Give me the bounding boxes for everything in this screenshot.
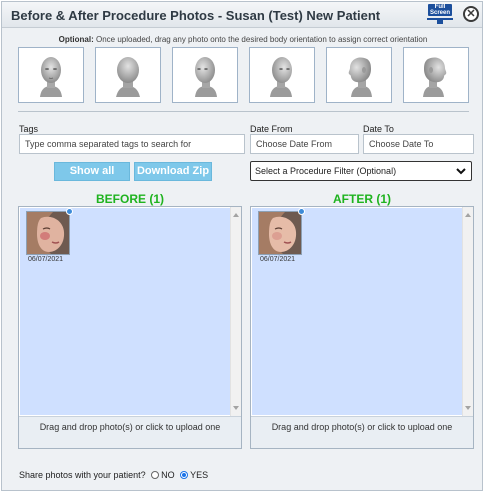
head-left-profile-icon xyxy=(348,57,372,97)
share-question: Share photos with your patient? xyxy=(19,470,146,480)
orientation-hint-bold: Optional: xyxy=(58,35,94,44)
after-pane: 06/07/2021 Drag and drop photo(s) or cli… xyxy=(250,206,474,449)
fullscreen-button[interactable]: Full Screen xyxy=(425,4,455,26)
close-icon[interactable]: ✕ xyxy=(463,6,479,22)
before-heading: BEFORE (1) xyxy=(95,192,164,206)
before-scrollbar[interactable] xyxy=(230,207,241,416)
date-from-label: Date From xyxy=(250,124,293,134)
date-to-label: Date To xyxy=(363,124,394,134)
orientation-left-profile[interactable] xyxy=(326,47,392,103)
orientation-left-three-quarter[interactable] xyxy=(172,47,238,103)
photo-info-badge[interactable] xyxy=(66,208,73,215)
orientation-back[interactable] xyxy=(95,47,161,103)
after-photo-date: 06/07/2021 xyxy=(260,256,296,263)
orientation-hint-text: Once uploaded, drag any photo onto the d… xyxy=(93,35,428,44)
face-photo xyxy=(27,212,69,254)
chevron-down-icon xyxy=(456,168,466,175)
date-from-input[interactable] xyxy=(250,134,359,154)
download-zip-button[interactable]: Download Zip xyxy=(134,162,212,181)
head-right-three-quarter-icon xyxy=(270,57,292,97)
section-divider xyxy=(18,111,469,112)
photo-info-badge[interactable] xyxy=(298,208,305,215)
before-drop-area[interactable]: 06/07/2021 xyxy=(20,208,231,415)
head-left-three-quarter-icon xyxy=(195,57,217,97)
tags-input[interactable] xyxy=(19,134,245,154)
after-drop-area[interactable]: 06/07/2021 xyxy=(252,208,463,415)
scroll-up-icon[interactable] xyxy=(233,213,239,217)
photos-dialog: Before & After Procedure Photos - Susan … xyxy=(1,1,483,491)
head-right-profile-icon xyxy=(423,57,447,97)
after-scrollbar[interactable] xyxy=(462,207,473,416)
after-upload-zone[interactable]: Drag and drop photo(s) or click to uploa… xyxy=(251,416,473,448)
procedure-filter-select[interactable]: Select a Procedure Filter (Optional) xyxy=(250,161,472,181)
monitor-icon xyxy=(427,18,453,24)
after-heading: AFTER (1) xyxy=(333,192,391,206)
procedure-filter-value: Select a Procedure Filter (Optional) xyxy=(255,166,397,176)
share-yes-label: YES xyxy=(190,470,209,480)
before-photo-thumbnail[interactable] xyxy=(26,211,70,255)
orientation-hint: Optional: Once uploaded, drag any photo … xyxy=(10,35,476,44)
date-to-input[interactable] xyxy=(363,134,474,154)
orientation-right-three-quarter[interactable] xyxy=(249,47,315,103)
show-all-button[interactable]: Show all xyxy=(54,162,130,181)
share-with-patient: Share photos with your patient? NO YES xyxy=(19,470,208,480)
scroll-up-icon[interactable] xyxy=(465,213,471,217)
dialog-title: Before & After Procedure Photos - Susan … xyxy=(11,8,381,23)
head-front-icon xyxy=(40,57,62,97)
before-pane: 06/07/2021 Drag and drop photo(s) or cli… xyxy=(18,206,242,449)
fullscreen-label: Full Screen xyxy=(428,4,452,16)
face-photo xyxy=(259,212,301,254)
before-upload-zone[interactable]: Drag and drop photo(s) or click to uploa… xyxy=(19,416,241,448)
title-bar: Before & After Procedure Photos - Susan … xyxy=(2,2,482,28)
orientation-front[interactable] xyxy=(18,47,84,103)
tags-label: Tags xyxy=(19,124,39,134)
orientation-right-profile[interactable] xyxy=(403,47,469,103)
share-no-radio[interactable] xyxy=(151,471,160,479)
share-yes-radio[interactable] xyxy=(180,471,189,479)
before-photo-date: 06/07/2021 xyxy=(28,256,64,263)
head-back-icon xyxy=(116,57,140,97)
scroll-down-icon[interactable] xyxy=(233,406,239,410)
scroll-down-icon[interactable] xyxy=(465,406,471,410)
share-no-label: NO xyxy=(161,470,175,480)
dialog-body: Optional: Once uploaded, drag any photo … xyxy=(10,29,476,490)
after-photo-thumbnail[interactable] xyxy=(258,211,302,255)
